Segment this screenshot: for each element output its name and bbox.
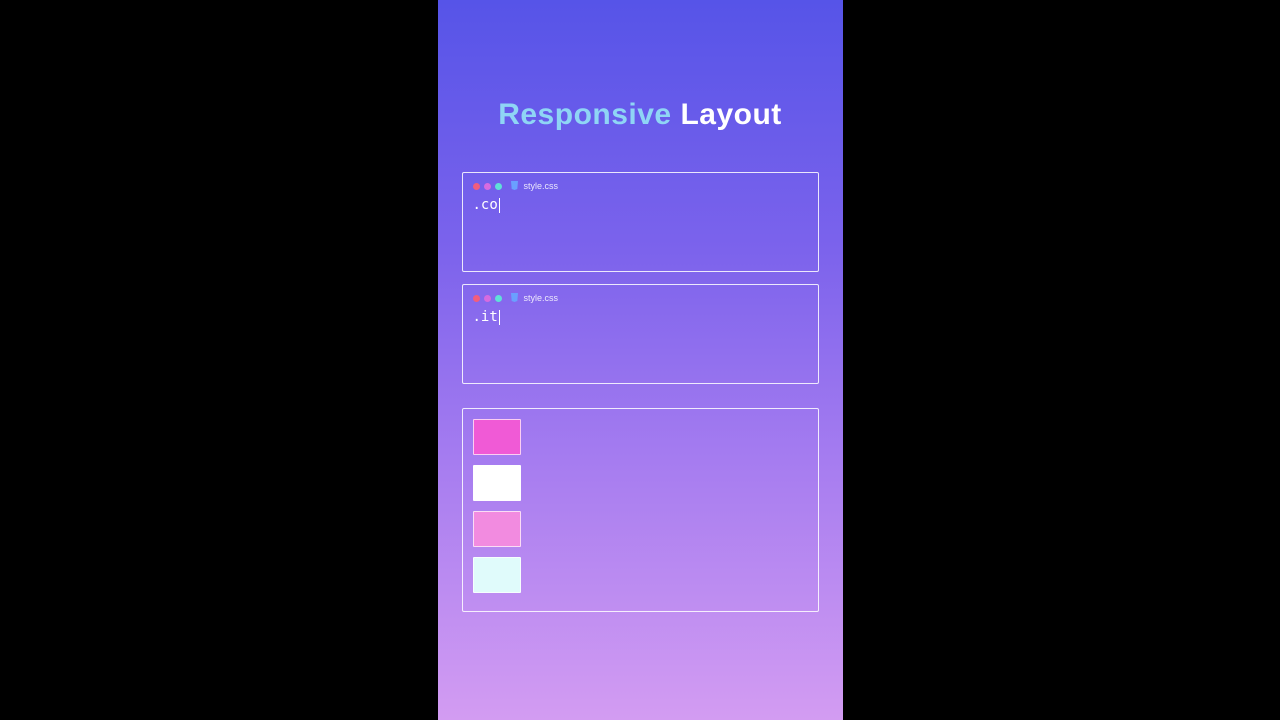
code-line[interactable]: .co [473, 197, 808, 213]
traffic-lights [473, 183, 502, 190]
file-tab[interactable]: style.css [510, 181, 559, 191]
window-controls: style.css [473, 293, 808, 303]
preview-item [473, 419, 521, 455]
css-file-icon [510, 181, 520, 191]
preview-item [473, 511, 521, 547]
code-editor-card: style.css .it [462, 284, 819, 384]
cards-wrap: style.css .co style.css [448, 172, 833, 612]
preview-item [473, 465, 521, 501]
page-title: Responsive Layout [448, 98, 833, 132]
minimize-dot-icon[interactable] [484, 183, 491, 190]
code-editor-card: style.css .co [462, 172, 819, 272]
preview-item [473, 557, 521, 593]
file-name: style.css [524, 293, 559, 303]
code-text: .co [473, 197, 498, 213]
traffic-lights [473, 295, 502, 302]
file-name: style.css [524, 181, 559, 191]
preview-container [473, 419, 808, 593]
css-file-icon [510, 293, 520, 303]
title-accent: Responsive [498, 98, 671, 131]
text-cursor-icon [499, 198, 500, 213]
phone-frame: Responsive Layout style.css .co [438, 0, 843, 720]
code-line[interactable]: .it [473, 309, 808, 325]
window-controls: style.css [473, 181, 808, 191]
code-text: .it [473, 309, 498, 325]
text-cursor-icon [499, 310, 500, 325]
layout-preview-card [462, 408, 819, 612]
maximize-dot-icon[interactable] [495, 295, 502, 302]
maximize-dot-icon[interactable] [495, 183, 502, 190]
file-tab[interactable]: style.css [510, 293, 559, 303]
close-dot-icon[interactable] [473, 295, 480, 302]
minimize-dot-icon[interactable] [484, 295, 491, 302]
title-main: Layout [680, 98, 781, 131]
close-dot-icon[interactable] [473, 183, 480, 190]
